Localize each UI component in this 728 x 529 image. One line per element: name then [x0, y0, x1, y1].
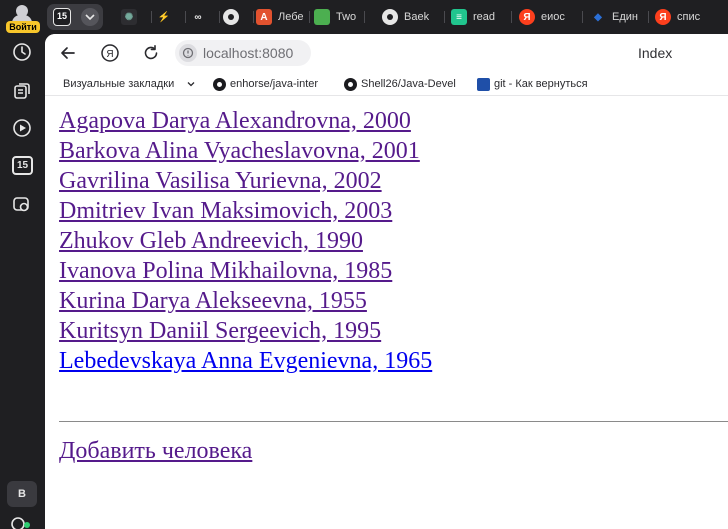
tab-item[interactable]: Я еиос — [519, 6, 575, 28]
address-bar: Я localhost:8080 Index — [45, 34, 728, 72]
github-icon — [223, 9, 239, 25]
tab-menu-button[interactable] — [81, 8, 99, 26]
list-item: Agapova Darya Alexandrovna, 2000 — [59, 106, 432, 136]
person-link[interactable]: Kurina Darya Alekseevna, 1955 — [59, 288, 367, 314]
list-item: Lebedevskaya Anna Evgenievna, 1965 — [59, 346, 432, 376]
list-item: Kurina Darya Alekseevna, 1955 — [59, 286, 432, 316]
tab-item[interactable]: ⚡ — [156, 6, 182, 28]
video-play-icon[interactable] — [12, 118, 32, 138]
bookmark-item[interactable]: enhorse/java-inter — [213, 72, 332, 96]
slash-icon: ⚡ — [157, 11, 171, 23]
chatgpt-icon: ✺ — [121, 9, 137, 25]
bookmark-visual-bookmarks[interactable]: Визуальные закладки — [63, 72, 175, 96]
tab-item[interactable]: Baek — [382, 6, 432, 28]
login-label: Войти — [6, 21, 40, 33]
page-title: Index — [638, 45, 673, 61]
yandex-icon: Я — [519, 9, 535, 25]
list-item: Kuritsyn Daniil Sergeevich, 1995 — [59, 316, 432, 346]
github-icon — [213, 77, 226, 91]
browser-sidebar: Войти 15 B — [0, 0, 45, 529]
browser-frame: Я localhost:8080 Index Визуальные заклад… — [45, 34, 728, 529]
git-icon — [477, 77, 490, 91]
tab-item[interactable]: ≡ read — [451, 6, 501, 28]
alice-icon[interactable] — [9, 513, 31, 529]
url-field[interactable]: localhost:8080 — [175, 40, 311, 66]
person-link[interactable]: Gavrilina Vasilisa Yurievna, 2002 — [59, 168, 382, 194]
tab-item[interactable]: Two — [314, 6, 359, 28]
yandex-home-icon[interactable]: Я — [99, 42, 121, 64]
browser-window: Войти 15 B 15 ✺ ⚡ ∞ A Лебе Two Baek ≡ re… — [0, 0, 728, 529]
list-item: Barkova Alina Vyacheslavovna, 2001 — [59, 136, 432, 166]
github-icon — [382, 9, 398, 25]
login-button[interactable]: Войти — [4, 3, 41, 33]
page-content: Agapova Darya Alexandrovna, 2000 Barkova… — [45, 96, 728, 529]
chevron-down-icon[interactable] — [186, 72, 198, 96]
brave-icon: A — [256, 9, 272, 25]
collections-icon[interactable] — [12, 81, 32, 101]
people-list: Agapova Darya Alexandrovna, 2000 Barkova… — [59, 106, 432, 376]
yandex-icon: Я — [655, 9, 671, 25]
tab-item[interactable]: Я спис — [655, 6, 715, 28]
divider — [59, 421, 728, 422]
list-item: Zhukov Gleb Andreevich, 1990 — [59, 226, 432, 256]
tab-item[interactable] — [223, 6, 249, 28]
list-item: Gavrilina Vasilisa Yurievna, 2002 — [59, 166, 432, 196]
tab-item[interactable]: ✺ — [121, 6, 147, 28]
tab-item[interactable]: A Лебе — [256, 6, 306, 28]
person-link[interactable]: Lebedevskaya Anna Evgenievna, 1965 — [59, 348, 432, 374]
bookmark-item[interactable]: git - Как вернуться — [477, 72, 597, 96]
history-icon[interactable] — [12, 42, 32, 62]
link-icon: ∞ — [194, 11, 202, 23]
tab-strip: 15 ✺ ⚡ ∞ A Лебе Two Baek ≡ read Я еиос ◆… — [45, 0, 728, 34]
profile-avatar[interactable]: B — [7, 481, 37, 507]
person-link[interactable]: Zhukov Gleb Andreevich, 1990 — [59, 228, 363, 254]
svg-text:Я: Я — [106, 49, 113, 60]
person-link[interactable]: Kuritsyn Daniil Sergeevich, 1995 — [59, 318, 381, 344]
person-link[interactable]: Barkova Alina Vyacheslavovna, 2001 — [59, 138, 420, 164]
person-link[interactable]: Agapova Darya Alexandrovna, 2000 — [59, 108, 411, 134]
tab-active[interactable]: 15 — [47, 4, 103, 30]
back-icon[interactable] — [57, 42, 79, 64]
drop-icon: ◆ — [594, 11, 602, 23]
reload-icon[interactable] — [140, 42, 162, 64]
sheet-icon: ≡ — [451, 9, 467, 25]
tab-group-badge: 15 — [53, 8, 71, 26]
url-text: localhost:8080 — [203, 45, 294, 61]
add-person-link[interactable]: Добавить человека — [59, 436, 252, 466]
calendar-icon[interactable]: 15 — [12, 156, 33, 175]
list-item: Ivanova Polina Mikhailovna, 1985 — [59, 256, 432, 286]
person-link[interactable]: Dmitriev Ivan Maksimovich, 2003 — [59, 198, 392, 224]
green-square-icon — [314, 9, 330, 25]
github-icon — [344, 77, 357, 91]
tab-item[interactable]: ∞ — [190, 6, 216, 28]
bookmarks-bar: Визуальные закладки enhorse/java-inter S… — [45, 72, 728, 96]
site-info-icon[interactable] — [179, 44, 197, 62]
person-link[interactable]: Ivanova Polina Mikhailovna, 1985 — [59, 258, 392, 284]
tab-item[interactable]: ◆ Един — [590, 6, 642, 28]
screenshot-icon[interactable] — [12, 194, 32, 214]
list-item: Dmitriev Ivan Maksimovich, 2003 — [59, 196, 432, 226]
bookmark-item[interactable]: Shell26/Java-Devel — [344, 72, 466, 96]
